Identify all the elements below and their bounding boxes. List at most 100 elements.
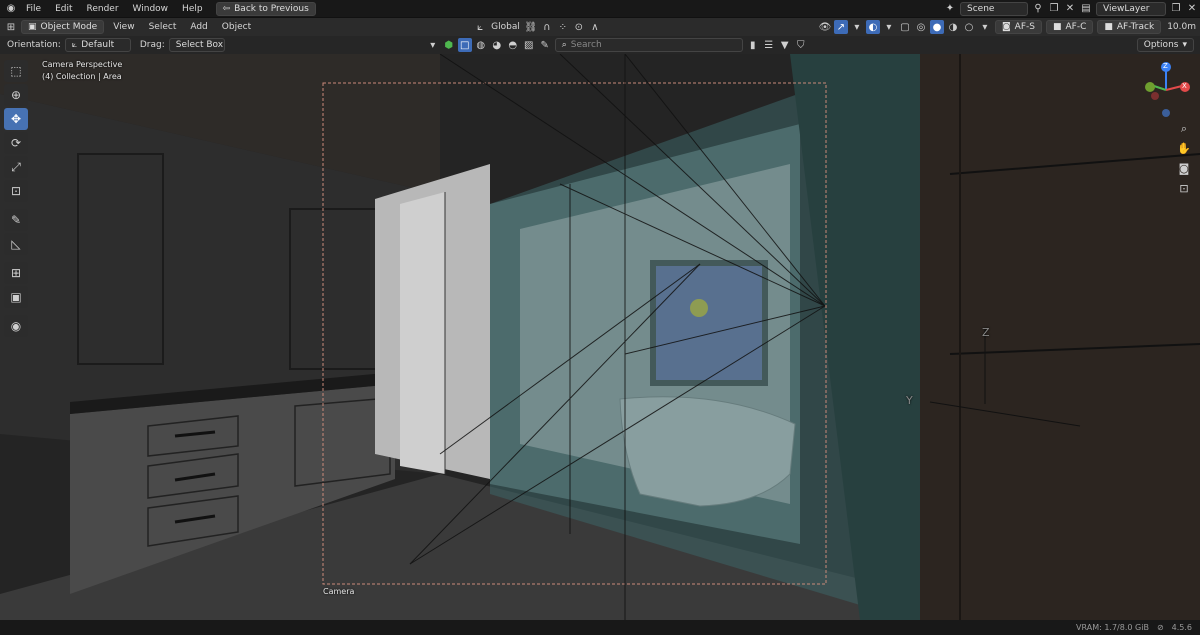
menu-add[interactable]: Add — [183, 22, 214, 32]
lock-icon[interactable]: ⊡ — [1176, 180, 1192, 196]
object-mode-icon: ▣ — [28, 22, 37, 32]
measure-icon[interactable]: ◺ — [4, 233, 28, 255]
menu-edit[interactable]: Edit — [48, 4, 79, 14]
af-track-button[interactable]: ■ AF-Track — [1097, 20, 1162, 34]
brush-icon[interactable]: ✎ — [538, 38, 552, 52]
axis-y-label: Y — [906, 394, 913, 407]
xray-icon[interactable]: ▢ — [898, 20, 912, 34]
viewlayer-selector[interactable]: ViewLayer — [1096, 1, 1166, 16]
chevron-down-icon: ▾ — [1182, 40, 1187, 50]
addon-icon[interactable]: ◉ — [4, 315, 28, 337]
rotate-icon[interactable]: ⟳ — [4, 132, 28, 154]
back-to-previous-label: Back to Previous — [234, 3, 309, 14]
snap-icon[interactable]: ∩ — [540, 20, 554, 34]
scene-render — [0, 54, 1200, 620]
transform-orientation-dropdown[interactable]: Global — [488, 22, 523, 32]
camera-name-label: Camera — [323, 587, 355, 596]
gizmo-z-label: Z — [1163, 62, 1168, 70]
af-s-label: AF-S — [1014, 22, 1035, 32]
move-icon[interactable]: ✥ — [4, 108, 28, 130]
list-icon[interactable]: ☰ — [762, 38, 776, 52]
tool-header: Orientation: ⟀ Default Drag: Select Box … — [0, 36, 1200, 54]
transform-orientation-icon: ⟀ — [477, 21, 484, 33]
mode-label: Object Mode — [40, 22, 98, 32]
orientation-dropdown[interactable]: ⟀ Default — [64, 38, 131, 52]
material-icon[interactable]: ◓ — [506, 38, 520, 52]
rendered-shading-icon[interactable]: ○ — [962, 20, 976, 34]
hand-pan-icon[interactable]: ✋ — [1176, 140, 1192, 156]
filter-icon[interactable]: ▼ — [778, 38, 792, 52]
object-color-icon[interactable]: ⬢ — [442, 38, 456, 52]
gizmo-toggle-icon[interactable]: ↗ — [833, 20, 848, 34]
menu-render[interactable]: Render — [80, 4, 126, 14]
world-icon[interactable]: ◕ — [490, 38, 504, 52]
navigation-gizmo[interactable]: Z X — [1138, 60, 1194, 120]
filter-type-icon[interactable]: ▾ — [426, 38, 440, 52]
mode-selector[interactable]: ▣ Object Mode — [21, 20, 105, 34]
pivot-icon[interactable]: ⛓ — [524, 20, 538, 34]
zoom-icon[interactable]: ⌕ — [1176, 121, 1192, 137]
overlay-dropdown-icon[interactable]: ▾ — [882, 20, 896, 34]
select-box-icon[interactable]: ⬚ — [4, 60, 28, 82]
3d-viewport[interactable]: Camera Perspective (4) Collection | Area… — [0, 54, 1200, 620]
cursor-icon[interactable]: ⊕ — [4, 84, 28, 106]
back-icon: ⇦ — [222, 3, 231, 14]
overlay-toggle-icon[interactable]: ◐ — [865, 20, 880, 34]
scene-label: Scene — [967, 3, 995, 14]
copy-icon[interactable]: ❐ — [1047, 2, 1061, 16]
menu-select[interactable]: Select — [142, 22, 184, 32]
scene-selector[interactable]: Scene — [960, 1, 1028, 16]
axis-z-label: Z — [982, 326, 990, 339]
options-button[interactable]: Options ▾ — [1136, 38, 1194, 52]
drag-label: Drag: — [139, 40, 165, 50]
blender-logo-icon[interactable]: ◉ — [4, 2, 18, 16]
menu-window[interactable]: Window — [126, 4, 176, 14]
shading-dropdown-icon[interactable]: ▾ — [978, 20, 992, 34]
bookmark-icon[interactable]: ▮ — [746, 38, 760, 52]
image-icon[interactable]: ▨ — [522, 38, 536, 52]
viewport-header: ⊞ ▣ Object Mode View Select Add Object ⟀… — [0, 18, 1200, 36]
camera-icon: ◙ — [1001, 22, 1011, 32]
collection-info-label: (4) Collection | Area — [42, 72, 122, 81]
proportional-edit-icon[interactable]: ⊙ — [572, 20, 586, 34]
snap-increment-icon[interactable]: ⁘ — [556, 20, 570, 34]
copy-layer-icon[interactable]: ❐ — [1169, 2, 1183, 16]
search-field[interactable]: ⌕ Search — [554, 38, 743, 52]
af-s-button[interactable]: ◙ AF-S — [994, 20, 1042, 34]
falloff-icon[interactable]: ∧ — [588, 20, 602, 34]
search-icon: ⌕ — [561, 40, 567, 50]
close-icon[interactable]: ✕ — [1063, 2, 1077, 16]
shield-icon[interactable]: ⛉ — [794, 38, 808, 52]
back-to-previous-button[interactable]: ⇦ Back to Previous — [215, 1, 316, 16]
camera-view-icon[interactable]: ◙ — [1176, 160, 1192, 176]
material-shading-icon[interactable]: ◑ — [946, 20, 960, 34]
options-label: Options — [1143, 40, 1179, 50]
network-icon: ⊘ — [1156, 623, 1164, 632]
select-mode-icon[interactable]: □ — [457, 38, 472, 52]
sphere-icon[interactable]: ◍ — [474, 38, 488, 52]
clip-distance[interactable]: 10.0m — [1163, 22, 1200, 32]
add-cube-icon[interactable]: ⊞ — [4, 262, 28, 284]
menu-object[interactable]: Object — [215, 22, 258, 32]
scale-icon[interactable]: ⤢ — [4, 156, 28, 178]
gizmo-dropdown-icon[interactable]: ▾ — [850, 20, 864, 34]
transform-icon[interactable]: ⊡ — [4, 180, 28, 202]
af-c-button[interactable]: ■ AF-C — [1045, 20, 1094, 34]
annotate-icon[interactable]: ✎ — [4, 209, 28, 231]
gizmo-x-label: X — [1182, 82, 1187, 90]
menu-help[interactable]: Help — [175, 4, 210, 14]
cube-icon[interactable]: ▣ — [4, 286, 28, 308]
menu-view[interactable]: View — [106, 22, 141, 32]
visibility-icon[interactable]: 👁 — [818, 20, 832, 34]
wireframe-shading-icon[interactable]: ◎ — [914, 20, 928, 34]
solid-shading-icon[interactable]: ● — [929, 20, 944, 34]
camera-icon: ■ — [1052, 22, 1062, 32]
menu-file[interactable]: File — [19, 4, 48, 14]
tool-shelf: ⬚ ⊕ ✥ ⟳ ⤢ ⊡ ✎ ◺ ⊞ ▣ ◉ — [4, 60, 30, 337]
status-bar: VRAM: 1.7/8.0 GiB ⊘ 4.5.6 — [0, 620, 1200, 635]
drag-dropdown[interactable]: Select Box — [168, 38, 225, 52]
editor-type-icon[interactable]: ⊞ — [4, 20, 18, 34]
pin-icon[interactable]: ⚲ — [1031, 2, 1045, 16]
top-menu-bar: ◉ File Edit Render Window Help ⇦ Back to… — [0, 0, 1200, 18]
close-layer-icon[interactable]: ✕ — [1185, 2, 1199, 16]
